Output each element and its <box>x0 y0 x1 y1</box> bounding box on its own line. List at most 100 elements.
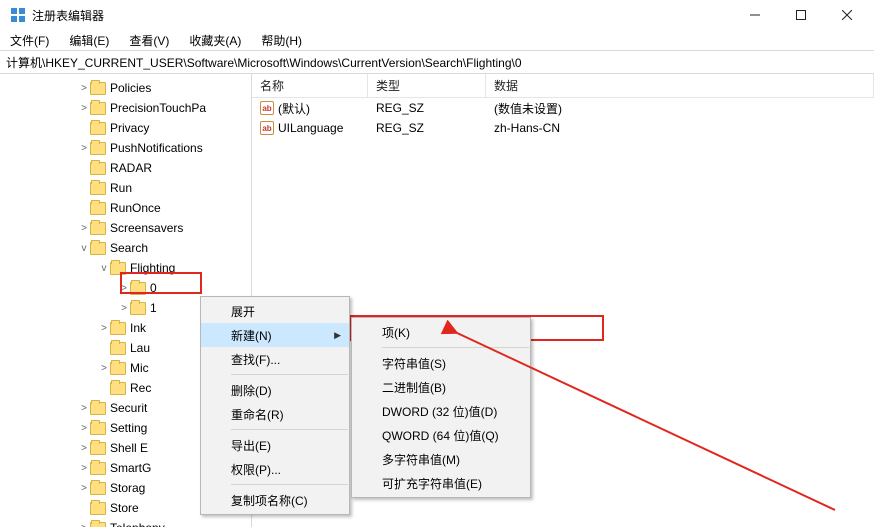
column-name[interactable]: 名称 <box>252 74 368 97</box>
close-button[interactable] <box>824 0 870 30</box>
folder-icon <box>90 522 106 527</box>
chevron-right-icon[interactable]: > <box>78 463 90 474</box>
chevron-right-icon[interactable]: > <box>78 103 90 114</box>
ctx-expand[interactable]: 展开 <box>201 299 349 323</box>
maximize-button[interactable] <box>778 0 824 30</box>
tree-label: RunOnce <box>110 201 161 215</box>
tree-node-0[interactable]: >0 <box>0 278 251 298</box>
tree-node[interactable]: > Telephony <box>0 518 251 527</box>
tree-node[interactable]: > Policies <box>0 78 251 98</box>
folder-icon <box>110 322 126 335</box>
ctx-new-qword[interactable]: QWORD (64 位)值(Q) <box>352 423 530 447</box>
tree-label: PrecisionTouchPa <box>110 101 206 115</box>
chevron-right-icon[interactable]: > <box>78 83 90 94</box>
value-data: zh-Hans-CN <box>494 121 560 135</box>
ctx-copy-key-name[interactable]: 复制项名称(C) <box>201 488 349 512</box>
tree-label: Screensavers <box>110 221 183 235</box>
ctx-new-expandstring[interactable]: 可扩充字符串值(E) <box>352 471 530 495</box>
tree-label: Search <box>110 241 148 255</box>
ctx-new-key[interactable]: 项(K) <box>352 320 530 344</box>
column-type[interactable]: 类型 <box>368 74 486 97</box>
list-row[interactable]: ab(默认) REG_SZ (数值未设置) <box>252 98 874 118</box>
tree-label: Telephony <box>110 521 165 527</box>
ctx-export[interactable]: 导出(E) <box>201 433 349 457</box>
ctx-new[interactable]: 新建(N)▶ <box>201 323 349 347</box>
menu-edit[interactable]: 编辑(E) <box>65 30 113 51</box>
chevron-right-icon[interactable]: > <box>78 443 90 454</box>
separator <box>231 429 348 430</box>
menu-view[interactable]: 查看(V) <box>125 30 173 51</box>
list-row[interactable]: ab UILanguage REG_SZ zh-Hans-CN <box>252 118 874 138</box>
tree-label: Store <box>110 501 139 515</box>
tree-node[interactable]: RunOnce <box>0 198 251 218</box>
app-icon <box>10 7 26 23</box>
ctx-find[interactable]: 查找(F)... <box>201 347 349 371</box>
ctx-new-string[interactable]: 字符串值(S) <box>352 351 530 375</box>
ctx-delete[interactable]: 删除(D) <box>201 378 349 402</box>
tree-node[interactable]: v Search <box>0 238 251 258</box>
tree-label: Privacy <box>110 121 149 135</box>
chevron-right-icon[interactable]: > <box>98 363 110 374</box>
folder-icon <box>90 102 106 115</box>
tree-node[interactable]: Run <box>0 178 251 198</box>
ctx-rename[interactable]: 重命名(R) <box>201 402 349 426</box>
menu-file[interactable]: 文件(F) <box>6 30 53 51</box>
folder-icon <box>90 462 106 475</box>
folder-icon <box>130 302 146 315</box>
tree-label: 1 <box>150 301 157 315</box>
folder-icon <box>90 422 106 435</box>
chevron-right-icon: ▶ <box>334 330 341 341</box>
ctx-new-dword[interactable]: DWORD (32 位)值(D) <box>352 399 530 423</box>
menu-help[interactable]: 帮助(H) <box>257 30 306 51</box>
tree-label: Policies <box>110 81 151 95</box>
tree-node[interactable]: Privacy <box>0 118 251 138</box>
tree-node[interactable]: > PrecisionTouchPa <box>0 98 251 118</box>
folder-icon <box>90 242 106 255</box>
tree-label: Run <box>110 181 132 195</box>
chevron-right-icon[interactable]: > <box>78 223 90 234</box>
ctx-new-binary[interactable]: 二进制值(B) <box>352 375 530 399</box>
chevron-down-icon[interactable]: v <box>98 263 110 274</box>
chevron-right-icon[interactable]: > <box>98 323 110 334</box>
folder-icon <box>110 342 126 355</box>
chevron-right-icon[interactable]: > <box>118 303 130 314</box>
menu-favorites[interactable]: 收藏夹(A) <box>185 30 245 51</box>
string-value-icon: ab <box>260 121 274 135</box>
folder-icon <box>90 142 106 155</box>
tree-label: Lau <box>130 341 150 355</box>
tree-node[interactable]: RADAR <box>0 158 251 178</box>
chevron-right-icon[interactable]: > <box>78 423 90 434</box>
chevron-right-icon[interactable]: > <box>78 483 90 494</box>
column-data[interactable]: 数据 <box>486 74 874 97</box>
value-type: REG_SZ <box>376 121 424 135</box>
separator <box>382 347 529 348</box>
tree-label: 0 <box>150 281 157 295</box>
separator <box>231 484 348 485</box>
value-name: UILanguage <box>278 121 343 135</box>
tree-label: SmartG <box>110 461 151 475</box>
tree-node[interactable]: > Screensavers <box>0 218 251 238</box>
tree-label: Flighting <box>130 261 175 275</box>
menu-bar: 文件(F) 编辑(E) 查看(V) 收藏夹(A) 帮助(H) <box>0 30 874 50</box>
titlebar: 注册表编辑器 <box>0 0 874 30</box>
value-name: (默认) <box>278 100 310 117</box>
chevron-down-icon[interactable]: v <box>78 243 90 254</box>
chevron-right-icon[interactable]: > <box>118 283 130 294</box>
ctx-new-multistring[interactable]: 多字符串值(M) <box>352 447 530 471</box>
list-header: 名称 类型 数据 <box>252 74 874 98</box>
chevron-right-icon[interactable]: > <box>78 523 90 527</box>
address-bar[interactable]: 计算机\HKEY_CURRENT_USER\Software\Microsoft… <box>0 50 874 74</box>
folder-icon <box>90 402 106 415</box>
tree-label: Storag <box>110 481 145 495</box>
minimize-button[interactable] <box>732 0 778 30</box>
folder-icon <box>90 182 106 195</box>
chevron-right-icon[interactable]: > <box>78 403 90 414</box>
chevron-right-icon[interactable]: > <box>78 143 90 154</box>
tree-label: RADAR <box>110 161 152 175</box>
ctx-permissions[interactable]: 权限(P)... <box>201 457 349 481</box>
tree-node[interactable]: >PushNotifications <box>0 138 251 158</box>
folder-icon <box>110 382 126 395</box>
tree-node-flighting[interactable]: v Flighting <box>0 258 251 278</box>
folder-icon <box>90 502 106 515</box>
folder-icon <box>90 122 106 135</box>
